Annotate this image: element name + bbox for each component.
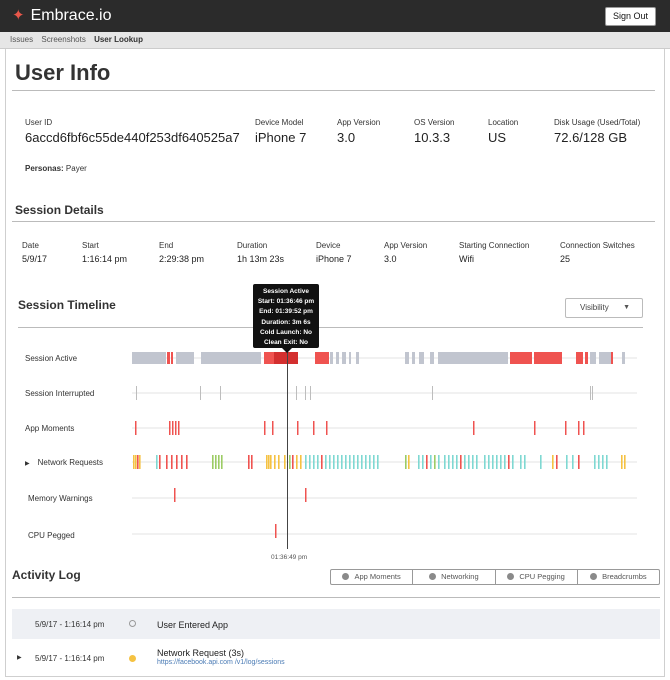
nav-issues[interactable]: Issues: [10, 35, 33, 44]
personas-label: Personas:: [25, 164, 64, 173]
sign-out-button[interactable]: Sign Out: [604, 7, 656, 26]
nav-screenshots[interactable]: Screenshots: [41, 35, 85, 44]
log-text: Network Request (3s): [157, 648, 245, 658]
empty-circle-icon: [129, 620, 136, 627]
filter-breadcrumbs[interactable]: Breadcrumbs: [578, 570, 659, 584]
device-model-label: Device Model: [255, 118, 304, 127]
filter-networking[interactable]: Networking: [413, 570, 496, 584]
toggle-dot-icon: [507, 573, 515, 580]
starting-connection-value: Wifi: [459, 254, 474, 264]
log-link[interactable]: https://facebook.api.com /v1/log/session…: [157, 659, 285, 666]
row-label-memory-warnings: Memory Warnings: [28, 494, 93, 503]
tooltip-title: Session Active: [262, 288, 309, 295]
session-tooltip: Session Active Start: 01:36:46 pm End: 0…: [253, 284, 319, 353]
row-label-session-active: Session Active: [25, 354, 78, 363]
log-row[interactable]: 5/9/17 - 1:16:14 pm User Entered App: [12, 609, 660, 639]
session-divider: [12, 221, 655, 222]
activity-filters: App Moments Networking CPU Pegging Bread…: [330, 569, 660, 585]
session-duration-value: 1h 13m 23s: [237, 254, 285, 264]
disk-usage-label: Disk Usage (Used/Total): [554, 118, 641, 127]
session-start-label: Start: [82, 241, 99, 250]
location-value: US: [488, 130, 507, 145]
expand-arrow-icon[interactable]: ▶: [25, 461, 30, 467]
os-version-value: 10.3.3: [414, 130, 451, 145]
filter-app-moments[interactable]: App Moments: [331, 570, 414, 584]
row-label-network-requests[interactable]: ▶ Network Requests: [25, 458, 103, 467]
connection-switches-label: Connection Switches: [560, 241, 635, 250]
personas: Personas: Payer: [25, 164, 87, 173]
visibility-label: Visibility: [580, 303, 609, 312]
nav-user-lookup[interactable]: User Lookup: [94, 35, 143, 44]
toggle-dot-icon: [429, 573, 437, 580]
starting-connection-label: Starting Connection: [459, 241, 530, 250]
row-label-session-interrupted: Session Interrupted: [25, 389, 95, 398]
session-end-label: End: [159, 241, 174, 250]
connection-switches-value: 25: [560, 254, 571, 264]
tooltip-clean-exit: Clean Exit: No: [263, 339, 309, 347]
session-app-version-value: 3.0: [384, 254, 397, 264]
top-bar: ✦ Embrace.io Sign Out: [0, 0, 670, 32]
page-title: User Info: [15, 60, 111, 85]
session-app-version-label: App Version: [384, 241, 428, 250]
timeline-divider: [18, 327, 643, 328]
session-start-value: 1:16:14 pm: [82, 254, 128, 264]
session-device-value: iPhone 7: [316, 254, 352, 264]
brand-name: Embrace.io: [30, 7, 112, 24]
session-date-value: 5/9/17: [22, 254, 48, 264]
user-id-value: 6accd6fbf6c55de440f253df640525a7: [25, 130, 240, 145]
expand-arrow-icon[interactable]: ▶: [17, 654, 22, 661]
session-timeline-title: Session Timeline: [18, 298, 116, 312]
embrace-star-icon: ✦: [12, 7, 25, 24]
activity-divider: [12, 597, 660, 598]
network-dot-icon: [129, 655, 136, 662]
log-text: User Entered App: [157, 620, 229, 630]
tooltip-duration: Duration: 3m 6s: [261, 318, 311, 326]
filter-cpu-pegging[interactable]: CPU Pegging: [496, 570, 578, 584]
toggle-dot-icon: [342, 573, 350, 580]
log-time: 5/9/17 - 1:16:14 pm: [35, 654, 105, 663]
logo[interactable]: ✦ Embrace.io: [12, 7, 112, 25]
row-label-cpu-pegged: CPU Pegged: [28, 531, 75, 540]
cursor-time: 01:36:49 pm: [271, 554, 308, 561]
chevron-down-icon: ▼: [623, 304, 630, 311]
session-duration-label: Duration: [237, 241, 268, 250]
network-requests-text: Network Requests: [37, 458, 103, 467]
session-end-value: 2:29:38 pm: [159, 254, 205, 264]
os-version-label: OS Version: [414, 118, 455, 127]
log-time: 5/9/17 - 1:16:14 pm: [35, 620, 105, 629]
personas-value: Payer: [65, 164, 87, 173]
toggle-dot-icon: [590, 573, 598, 580]
disk-usage-value: 72.6/128 GB: [554, 130, 627, 145]
tooltip-start: Start: 01:36:46 pm: [257, 298, 315, 306]
session-device-label: Device: [316, 241, 341, 250]
tooltip-end: End: 01:39:52 pm: [259, 308, 313, 316]
sub-nav: Issues Screenshots User Lookup: [0, 32, 670, 49]
tooltip-cold-launch: Cold Launch: No: [259, 328, 312, 336]
session-details-title: Session Details: [15, 203, 104, 217]
title-divider: [12, 90, 655, 91]
row-label-app-moments: App Moments: [25, 424, 75, 433]
activity-log-title: Activity Log: [12, 568, 81, 582]
visibility-dropdown[interactable]: Visibility ▼: [565, 298, 643, 318]
user-id-label: User ID: [25, 118, 53, 127]
app-version-value: 3.0: [337, 130, 356, 145]
app-version-label: App Version: [337, 118, 381, 127]
location-label: Location: [488, 118, 519, 127]
device-model-value: iPhone 7: [255, 130, 307, 145]
timeline-cursor: [287, 340, 288, 549]
log-row[interactable]: ▶ 5/9/17 - 1:16:14 pm Network Request (3…: [12, 644, 660, 674]
session-date-label: Date: [22, 241, 39, 250]
